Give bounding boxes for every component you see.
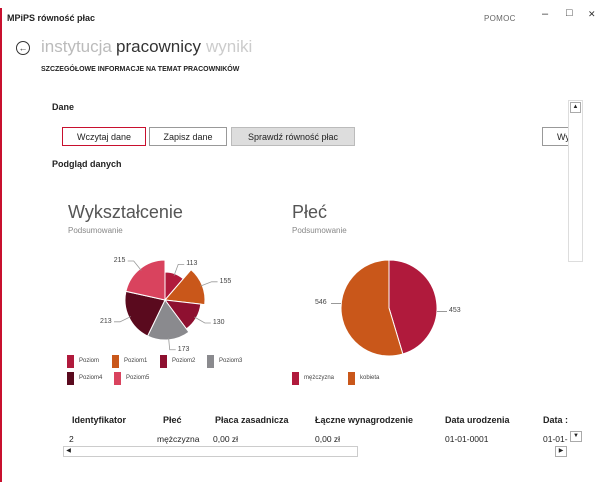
data-label-kobieta: 546 [315,299,327,306]
gender-pie-chart [340,259,438,357]
tab-pracownicy[interactable]: pracownicy [116,37,201,57]
accent-bar [0,8,2,482]
leader-line [114,316,131,323]
data-label-poziom: 113 [186,260,198,268]
back-arrow-icon[interactable]: ← [16,41,30,55]
chart-edu-subtitle: Podsumowanie [68,226,123,235]
tab-wyniki[interactable]: wyniki [206,37,252,57]
app-title: MPiPS równość płac [7,13,96,23]
check-equality-button[interactable]: Sprawdź równość płac [231,127,355,146]
legend-swatch-poziom2 [160,355,167,368]
col-header-id[interactable]: Identyfikator [72,415,126,425]
maximize-button[interactable]: □ [566,7,573,19]
app-window: MPiPS równość płac POMOC – □ ✕ ← instytu… [0,0,602,482]
scroll-up-icon[interactable]: ▲ [570,102,581,113]
dropdown-arrow-icon[interactable]: ▼ [570,431,582,442]
cell-total-pay: 0,00 zł [315,434,341,444]
legend-poziom2: Poziom2 [172,358,196,364]
legend-poziom3: Poziom3 [219,358,243,364]
cell-base-salary: 0,00 zł [213,434,239,444]
legend-swatch-poziom4 [67,372,74,385]
cell-birth-date: 01-01-0001 [445,434,489,444]
scroll-left-icon[interactable]: ◀ [64,447,73,456]
legend-swatch-kobieta [348,372,355,385]
section-preview: Podgląd danych [52,159,122,169]
legend-swatch-poziom5 [114,372,121,385]
data-label-poziom1: 155 [219,277,232,285]
data-label-poziom3: 173 [177,345,190,353]
save-data-button[interactable]: Zapisz dane [149,127,227,146]
cell-date: 01-01- [543,434,568,444]
vertical-scrollbar[interactable]: ▲ [568,100,583,262]
legend-poziom4: Poziom4 [79,375,103,381]
chart-edu-title: Wykształcenie [68,202,183,222]
close-button[interactable]: ✕ [588,9,596,20]
data-label-poziom2: 130 [212,319,225,326]
data-label-mezczyzna: 453 [449,307,461,314]
page-subtitle: SZCZEGÓŁOWE INFORMACJE NA TEMAT PRACOWNI… [41,66,240,73]
scroll-right-icon[interactable]: ▶ [555,446,567,457]
minimize-button[interactable]: – [542,8,548,20]
leader-line [331,303,341,304]
cell-gender: mężczyzna [157,434,200,444]
tab-instytucja[interactable]: instytucja [41,37,112,57]
col-header-birth-date[interactable]: Data urodzenia [445,415,510,425]
col-header-gender[interactable]: Płeć [163,415,182,425]
col-header-total-pay[interactable]: Łączne wynagrodzenie [315,415,413,425]
load-data-button[interactable]: Wczytaj dane [62,127,146,146]
cell-id: 2 [69,434,74,444]
legend-swatch-mezczyzna [292,372,299,385]
chart-gender-subtitle: Podsumowanie [292,226,347,235]
legend-mezczyzna: mężczyzna [304,375,335,381]
chart-gender-title: Płeć [292,202,328,222]
legend-poziom5: Poziom5 [126,375,150,381]
data-label-poziom4: 213 [100,317,112,325]
legend-swatch-poziom1 [112,355,119,368]
legend-poziom1: Poziom1 [124,358,148,364]
section-dane: Dane [52,102,75,112]
col-header-base-salary[interactable]: Płaca zasadnicza [215,415,289,425]
col-header-date[interactable]: Data : [543,415,568,425]
data-label-poziom5: 215 [113,256,126,264]
legend-swatch-poziom [67,355,74,368]
legend-poziom: Poziom [79,358,100,364]
legend-swatch-poziom3 [207,355,214,368]
leader-line [200,281,218,287]
leader-line [437,311,447,312]
help-link[interactable]: POMOC [484,14,516,23]
legend-kobieta: kobieta [360,375,380,381]
horizontal-scrollbar[interactable]: ◀ [63,446,358,457]
